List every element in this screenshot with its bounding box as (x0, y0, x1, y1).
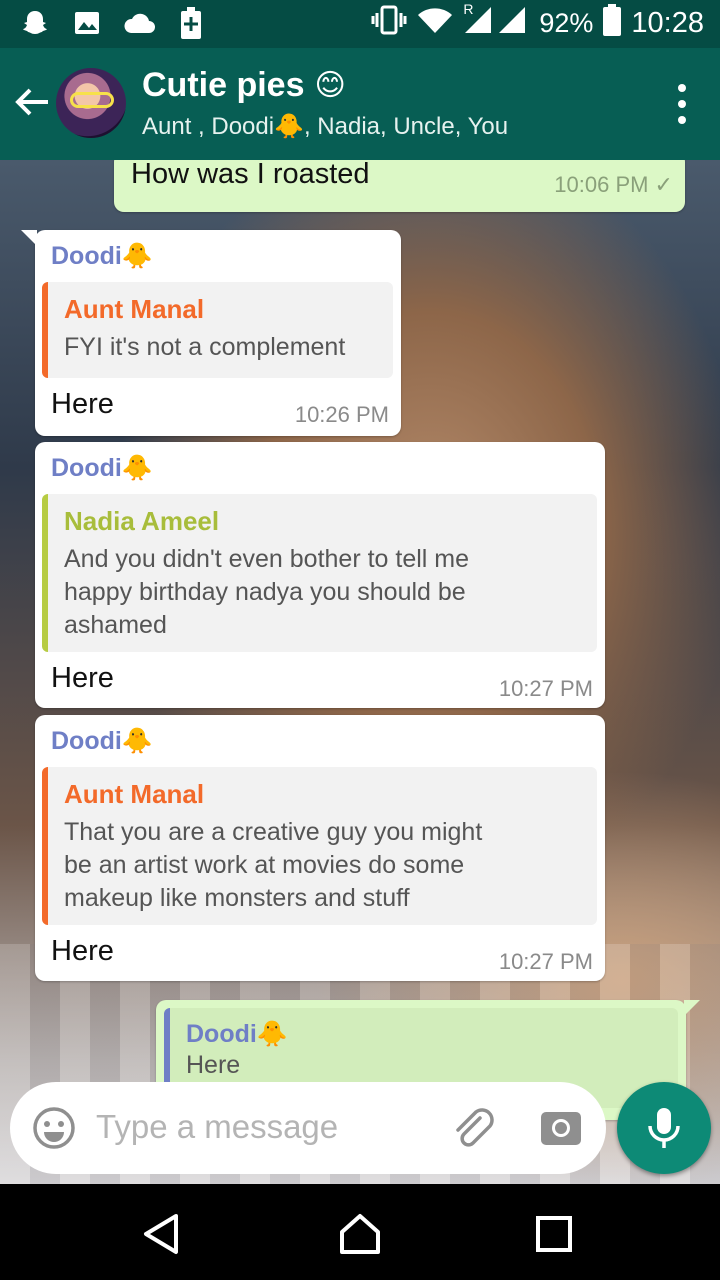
group-avatar[interactable] (56, 68, 126, 138)
title-emoji: 😊 (314, 69, 346, 102)
system-nav-bar (0, 1184, 720, 1280)
nav-recents-icon[interactable] (532, 1212, 576, 1256)
incoming-message[interactable]: Doodi🐥 Aunt Manal FYI it's not a complem… (21, 230, 401, 436)
nav-home-icon[interactable] (338, 1212, 382, 1256)
message-composer[interactable]: Type a message (10, 1082, 606, 1174)
sender-name: Doodi🐥 (51, 242, 153, 270)
attach-icon[interactable] (450, 1104, 496, 1150)
quoted-message[interactable]: Aunt Manal That you are a creative guy y… (42, 767, 597, 925)
status-bar: R 92% 10:28 (0, 0, 720, 48)
quote-text: Here (186, 1051, 241, 1079)
quote-author: Doodi🐥 (186, 1020, 288, 1048)
camera-icon[interactable] (540, 1108, 582, 1146)
battery-plus-icon (174, 6, 208, 40)
message-time: 10:26 PM (294, 402, 389, 427)
back-arrow-icon[interactable] (12, 82, 52, 122)
incoming-message[interactable]: Doodi🐥 Aunt Manal That you are a creativ… (35, 715, 605, 981)
chat-area[interactable]: How was I roasted 10:06 PM ✓ Doodi🐥 Aunt… (0, 160, 720, 1184)
quote-line: And you didn't even bother to tell me (64, 545, 470, 573)
quoted-message[interactable]: Aunt Manal FYI it's not a complement (42, 282, 393, 378)
cloud-icon (122, 6, 156, 40)
message-time: 10:27 PM (498, 676, 593, 701)
message-text: Here (51, 662, 114, 694)
message-text: Here (51, 388, 114, 420)
emoji-icon[interactable] (32, 1106, 76, 1150)
message-time: 10:06 PM ✓ (554, 172, 673, 197)
sender-name: Doodi🐥 (51, 454, 153, 482)
mic-icon (648, 1108, 680, 1148)
quoted-message[interactable]: Nadia Ameel And you didn't even bother t… (42, 494, 597, 652)
quote-line: makeup like monsters and stuff (64, 884, 410, 912)
image-icon (70, 6, 104, 40)
vibrate-icon (371, 5, 407, 42)
message-text: How was I roasted (131, 160, 370, 190)
quote-author: Nadia Ameel (64, 506, 220, 536)
quote-text: FYI it's not a complement (64, 333, 346, 361)
message-time: 10:27 PM (498, 949, 593, 974)
quote-line: ashamed (64, 611, 167, 639)
signal-icon: R (463, 1, 529, 42)
message-input[interactable]: Type a message (96, 1108, 338, 1146)
more-vert-icon[interactable] (676, 84, 688, 124)
wifi-icon (417, 6, 453, 41)
quote-line: That you are a creative guy you might (64, 818, 483, 846)
clock: 10:28 (631, 7, 704, 39)
quote-line: happy birthday nadya you should be (64, 578, 466, 606)
quote-author: Aunt Manal (64, 779, 205, 809)
quote-line: be an artist work at movies do some (64, 851, 465, 879)
sender-name: Doodi🐥 (51, 727, 153, 755)
mic-button[interactable] (617, 1082, 711, 1174)
snapchat-icon (18, 6, 52, 40)
participants-list[interactable]: Aunt , Doodi🐥, Nadia, Uncle, You (142, 112, 508, 141)
quote-author: Aunt Manal (64, 294, 205, 324)
incoming-message[interactable]: Doodi🐥 Nadia Ameel And you didn't even b… (35, 442, 605, 708)
outgoing-message[interactable]: How was I roasted 10:06 PM ✓ (114, 160, 685, 212)
message-text: Here (51, 935, 114, 967)
chat-header: Cutie pies 😊 Aunt , Doodi🐥, Nadia, Uncle… (0, 48, 720, 160)
group-title[interactable]: Cutie pies 😊 (142, 66, 346, 105)
group-name: Cutie pies (142, 66, 305, 104)
roaming-indicator: R (463, 1, 474, 17)
battery-icon (603, 4, 622, 43)
nav-back-icon[interactable] (140, 1212, 184, 1256)
battery-percent: 92% (539, 8, 594, 38)
